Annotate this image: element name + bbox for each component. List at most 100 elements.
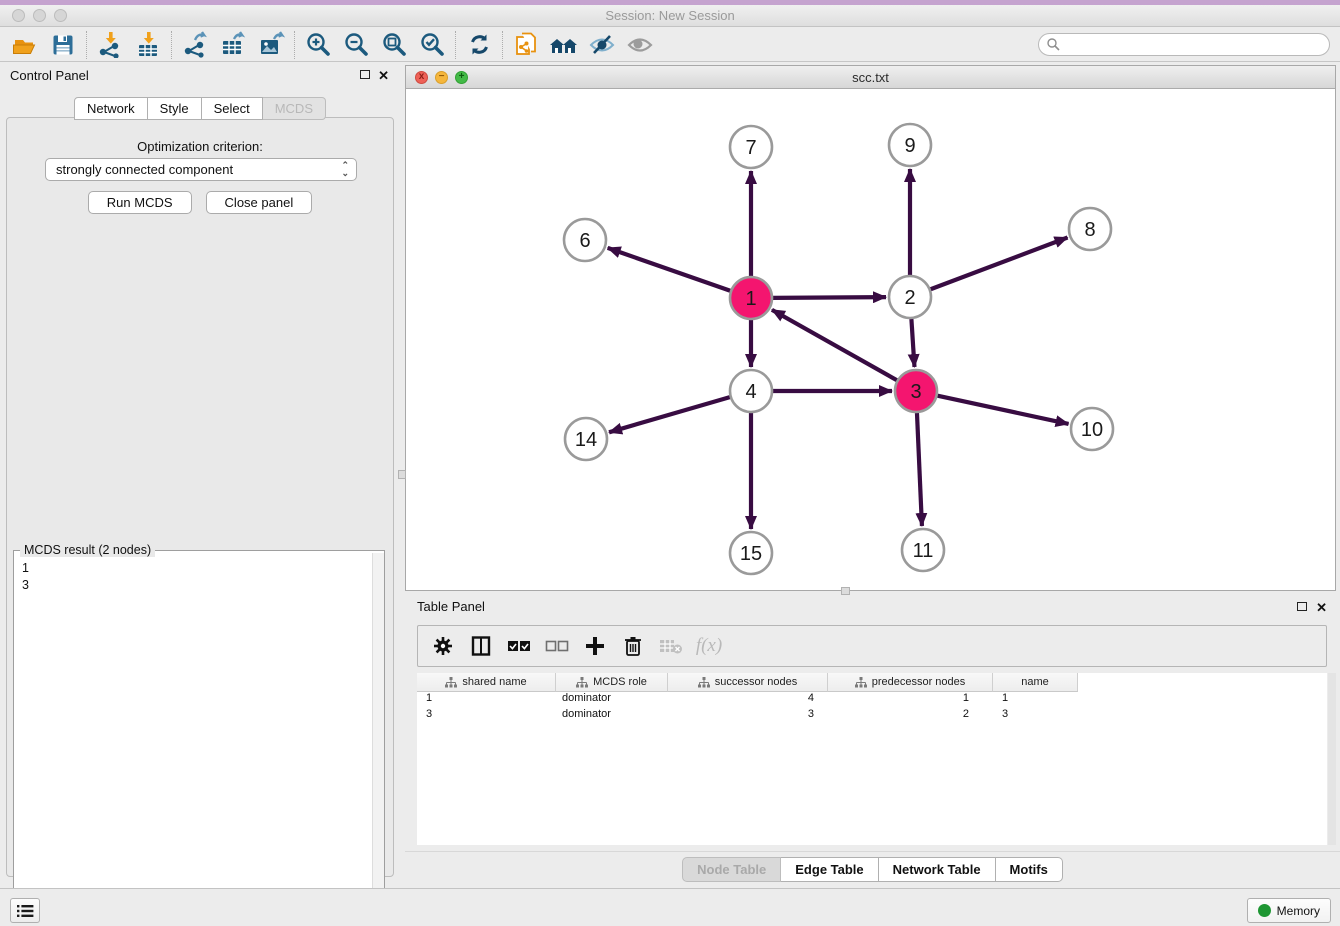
table-cell[interactable]: 3 (417, 708, 556, 724)
network-view-window: x − + scc.txt 1234678910111415 (405, 65, 1336, 591)
first-neighbors-button[interactable] (545, 30, 583, 60)
import-table-button[interactable] (129, 30, 167, 60)
column-header-shared-name[interactable]: shared name (417, 673, 556, 692)
table-header-row: shared name MCDS role successor nodes pr… (417, 673, 1327, 692)
network-graph[interactable]: 1234678910111415 (406, 89, 1335, 590)
show-all-icon (626, 32, 654, 58)
new-network-from-selection-button[interactable] (507, 30, 545, 60)
table-cell[interactable]: dominator (556, 708, 668, 724)
tab-select[interactable]: Select (202, 97, 263, 120)
gear-icon (432, 635, 454, 657)
graph-edge-2-3[interactable] (911, 319, 914, 367)
memory-label: Memory (1277, 904, 1320, 918)
float-panel-icon[interactable] (1297, 602, 1307, 611)
optimization-criterion-select[interactable]: strongly connected component ⌃⌄ (45, 158, 357, 181)
delete-column-button[interactable] (620, 633, 646, 659)
selected-criterion: strongly connected component (56, 162, 233, 177)
import-network-button[interactable] (91, 30, 129, 60)
mcds-result-item: 1 (22, 560, 372, 577)
tab-style[interactable]: Style (148, 97, 202, 120)
show-all-button[interactable] (621, 30, 659, 60)
table-cell[interactable]: 1 (417, 692, 556, 708)
column-header-predecessor-nodes[interactable]: predecessor nodes (828, 673, 993, 692)
graph-edge-3-1[interactable] (772, 310, 897, 380)
open-session-button[interactable] (6, 30, 44, 60)
table-settings-button[interactable] (430, 633, 456, 659)
zoom-selected-button[interactable] (413, 30, 451, 60)
column-visibility-button[interactable] (468, 633, 494, 659)
close-panel-icon[interactable]: ✕ (1316, 601, 1327, 614)
search-icon (1046, 37, 1060, 51)
close-panel-button[interactable]: Close panel (206, 191, 313, 214)
main-toolbar (0, 28, 1340, 62)
checked-boxes-icon (507, 639, 531, 653)
mcds-result-list[interactable]: 13 (14, 553, 372, 923)
tab-network-table[interactable]: Network Table (879, 857, 996, 882)
memory-status-icon (1258, 904, 1271, 917)
graph-edge-4-14[interactable] (609, 397, 730, 432)
task-history-button[interactable] (10, 898, 40, 923)
zoom-out-button[interactable] (337, 30, 375, 60)
tab-node-table[interactable]: Node Table (682, 857, 781, 882)
panel-splitter-grip[interactable] (398, 470, 406, 479)
float-panel-icon[interactable] (360, 70, 370, 79)
hide-selected-button[interactable] (583, 30, 621, 60)
column-label: shared name (462, 676, 526, 688)
mcds-result-box: MCDS result (2 nodes) 13 (13, 550, 385, 924)
table-row[interactable]: 3dominator323 (417, 708, 1327, 724)
column-header-name[interactable]: name (993, 673, 1078, 692)
graph-edge-1-6[interactable] (608, 248, 731, 291)
zoom-fit-icon (381, 31, 408, 58)
table-cell[interactable]: 2 (828, 708, 993, 724)
deselect-all-rows-button[interactable] (544, 633, 570, 659)
zoom-in-button[interactable] (299, 30, 337, 60)
panel-splitter-grip[interactable] (841, 587, 850, 595)
graph-node-label: 14 (575, 429, 597, 451)
select-all-rows-button[interactable] (506, 633, 532, 659)
search-input[interactable] (1038, 33, 1330, 56)
run-mcds-button[interactable]: Run MCDS (88, 191, 192, 214)
close-panel-icon[interactable]: ✕ (378, 69, 389, 82)
network-window-title: scc.txt (406, 70, 1335, 85)
table-cell[interactable]: 4 (668, 692, 828, 708)
new-network-from-selection-icon (513, 31, 540, 58)
node-table[interactable]: shared name MCDS role successor nodes pr… (417, 673, 1327, 845)
titlebar: Session: New Session (0, 5, 1340, 27)
column-header-mcds-role[interactable]: MCDS role (556, 673, 668, 692)
graph-edge-2-8[interactable] (931, 237, 1068, 289)
zoom-fit-button[interactable] (375, 30, 413, 60)
column-label: successor nodes (715, 676, 798, 688)
table-cell[interactable]: 3 (668, 708, 828, 724)
export-table-button[interactable] (214, 30, 252, 60)
table-panel: Table Panel ✕ (405, 595, 1340, 888)
save-session-button[interactable] (44, 30, 82, 60)
table-cell[interactable]: 3 (993, 708, 1078, 724)
tab-motifs[interactable]: Motifs (996, 857, 1063, 882)
tab-network[interactable]: Network (74, 97, 148, 120)
refresh-button[interactable] (460, 30, 498, 60)
add-column-button[interactable] (582, 633, 608, 659)
graph-edge-3-11[interactable] (917, 413, 922, 526)
table-cell[interactable]: dominator (556, 692, 668, 708)
mcds-result-scrollbar[interactable] (372, 553, 384, 923)
graph-edge-1-2[interactable] (773, 297, 886, 298)
import-network-icon (97, 31, 124, 58)
table-row[interactable]: 1dominator411 (417, 692, 1327, 708)
network-canvas[interactable]: 1234678910111415 (406, 89, 1335, 590)
export-image-button[interactable] (252, 30, 290, 60)
graph-edge-3-10[interactable] (938, 396, 1069, 424)
memory-button[interactable]: Memory (1247, 898, 1331, 923)
table-cell[interactable]: 1 (828, 692, 993, 708)
table-scrollbar[interactable] (1328, 673, 1336, 845)
control-panel-tabs: Network Style Select MCDS (0, 97, 400, 120)
table-cell[interactable]: 1 (993, 692, 1078, 708)
network-window-titlebar[interactable]: x − + scc.txt (406, 66, 1335, 89)
export-network-button[interactable] (176, 30, 214, 60)
function-builder-button: f(x) (696, 633, 722, 659)
table-panel-header: Table Panel ✕ (405, 595, 1340, 619)
tab-mcds[interactable]: MCDS (263, 97, 326, 120)
tab-edge-table[interactable]: Edge Table (781, 857, 878, 882)
column-label: MCDS role (593, 676, 647, 688)
column-header-successor-nodes[interactable]: successor nodes (668, 673, 828, 692)
graph-node-label: 4 (745, 381, 756, 403)
